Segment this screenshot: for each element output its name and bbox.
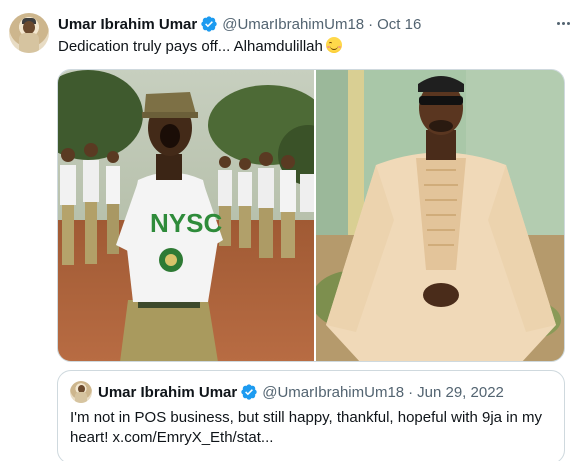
- author-avatar[interactable]: [9, 13, 49, 53]
- separator: ·: [408, 383, 414, 401]
- smiling-face-emoji-icon: [325, 37, 342, 53]
- more-options-icon[interactable]: [553, 13, 573, 33]
- quoted-author-avatar: [70, 381, 92, 403]
- photo-agbada-image: [315, 70, 564, 361]
- quoted-tweet[interactable]: Umar Ibrahim Umar @UmarIbrahimUm18 · Jun…: [57, 370, 565, 461]
- tweet[interactable]: Umar Ibrahim Umar @UmarIbrahimUm18 · Oct…: [0, 0, 582, 461]
- quoted-author-handle: @UmarIbrahimUm18: [262, 383, 405, 401]
- quoted-tweet-date: Jun 29, 2022: [417, 383, 504, 401]
- verified-badge-icon: [201, 16, 217, 32]
- author-name[interactable]: Umar Ibrahim Umar: [58, 16, 197, 33]
- tweet-text: Dedication truly pays off... Alhamdulill…: [58, 37, 342, 57]
- separator: ·: [368, 15, 374, 33]
- quoted-author-name: Umar Ibrahim Umar: [98, 383, 238, 401]
- photo-nysc-image: NYSC: [58, 70, 314, 361]
- tweet-text-body: Dedication truly pays off... Alhamdulill…: [58, 38, 323, 55]
- verified-badge-icon: [241, 384, 257, 400]
- svg-text:NYSC: NYSC: [150, 208, 222, 238]
- tweet-header: Umar Ibrahim Umar @UmarIbrahimUm18 · Oct…: [58, 14, 421, 34]
- photo-nysc[interactable]: NYSC: [58, 70, 314, 361]
- author-handle[interactable]: @UmarIbrahimUm18: [222, 16, 364, 33]
- tweet-media: NYSC: [57, 69, 565, 362]
- tweet-date[interactable]: Oct 16: [377, 16, 421, 33]
- photo-agbada[interactable]: [315, 70, 564, 361]
- quoted-tweet-text: I'm not in POS business, but still happy…: [70, 409, 542, 446]
- quoted-tweet-header: Umar Ibrahim Umar @UmarIbrahimUm18 · Jun…: [98, 381, 504, 403]
